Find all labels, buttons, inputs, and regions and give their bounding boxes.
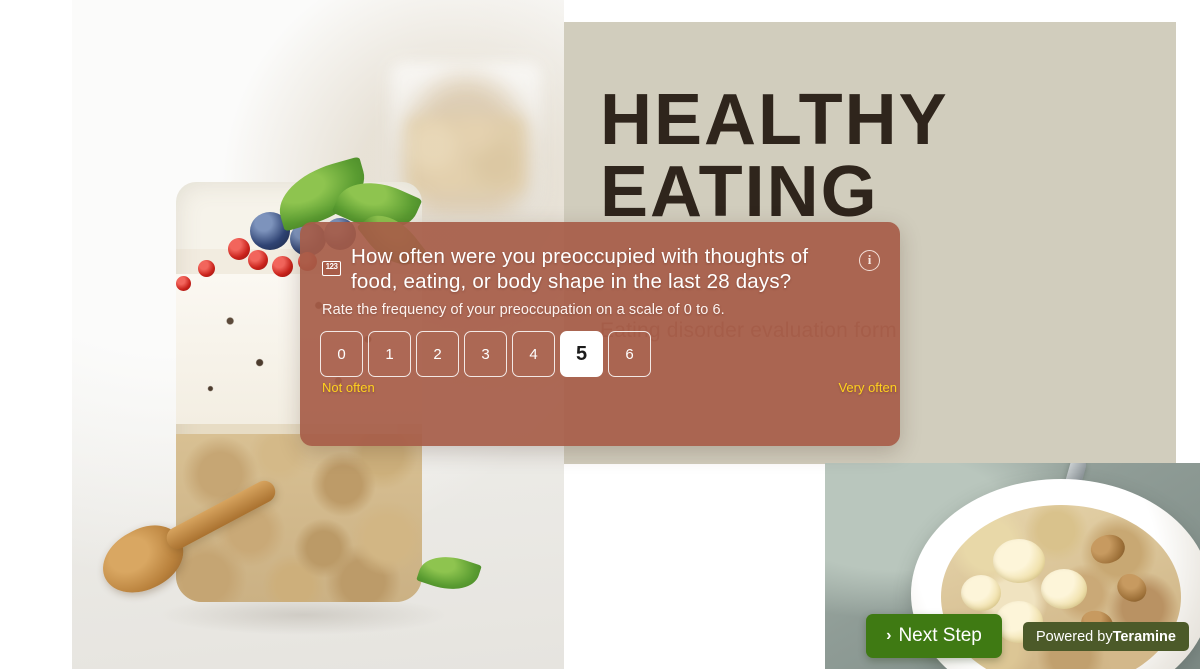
redcurrant	[228, 238, 250, 260]
rating-option-2[interactable]: 2	[416, 331, 459, 377]
rating-option-1[interactable]: 1	[368, 331, 411, 377]
powered-by-prefix: Powered by	[1036, 628, 1113, 645]
redcurrant	[272, 256, 293, 277]
page-root: HEALTHY EATING Eating disorder evaluatio…	[0, 0, 1200, 669]
banana-slice	[961, 575, 1001, 611]
question-card: 123 How often were you preoccupied with …	[300, 222, 900, 446]
rating-option-3[interactable]: 3	[464, 331, 507, 377]
banana-slice	[993, 539, 1045, 583]
rating-option-0[interactable]: 0	[320, 331, 363, 377]
banana-slice	[1041, 569, 1087, 609]
page-title: HEALTHY EATING	[600, 80, 949, 232]
numeric-scale-icon: 123	[322, 261, 341, 276]
powered-by-brand: Teramine	[1112, 628, 1176, 645]
rating-option-6[interactable]: 6	[608, 331, 651, 377]
scale-anchor-high: Very often	[838, 380, 897, 395]
redcurrant	[198, 260, 215, 277]
question-header: 123 How often were you preoccupied with …	[322, 244, 844, 294]
question-help-text: Rate the frequency of your preoccupation…	[322, 302, 725, 318]
almond	[1087, 530, 1129, 568]
next-step-label: Next Step	[898, 625, 982, 646]
redcurrant	[176, 276, 191, 291]
question-text: How often were you preoccupied with thou…	[351, 245, 809, 293]
rating-option-4[interactable]: 4	[512, 331, 555, 377]
almond	[1112, 569, 1152, 607]
next-step-button[interactable]: › Next Step	[866, 614, 1002, 658]
scale-anchor-low: Not often	[322, 380, 375, 395]
powered-by-badge[interactable]: Powered by Teramine	[1023, 622, 1189, 651]
rating-scale[interactable]: 0 1 2 3 4 5 6	[320, 331, 651, 377]
rating-option-5[interactable]: 5	[560, 331, 603, 377]
spoon-handle	[162, 476, 280, 553]
info-icon[interactable]: i	[859, 250, 880, 271]
redcurrant	[248, 250, 268, 270]
chevron-right-icon: ›	[886, 627, 892, 644]
